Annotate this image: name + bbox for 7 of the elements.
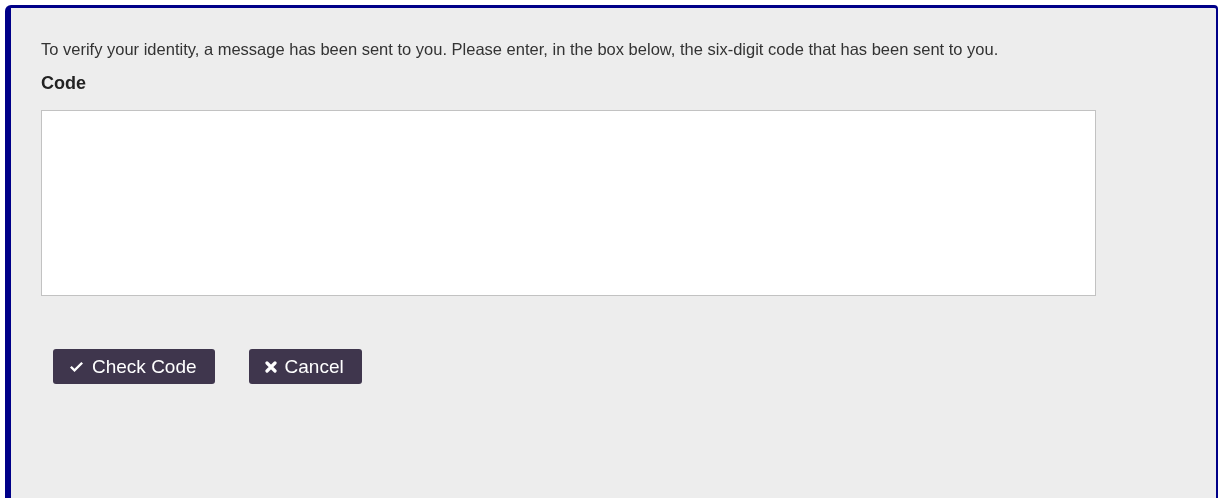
code-input-field[interactable]	[41, 110, 1096, 296]
check-icon	[69, 360, 84, 373]
close-icon	[264, 360, 277, 373]
instruction-text: To verify your identity, a message has been sent to you. Please enter, in the box below, the six-digit code that has been sent to you.	[41, 41, 1000, 58]
check-code-button[interactable]: Check Code	[53, 349, 215, 384]
cancel-button[interactable]: Cancel	[248, 349, 362, 384]
code-label: Code	[41, 73, 87, 94]
